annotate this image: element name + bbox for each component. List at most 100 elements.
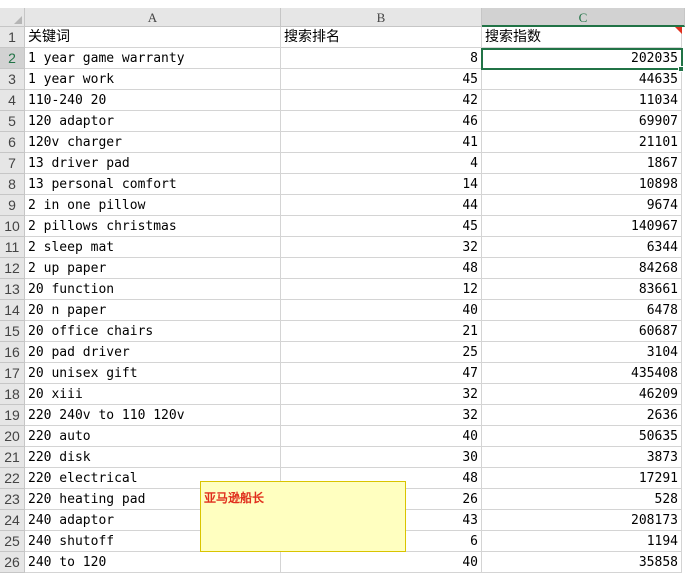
cell-rank[interactable]: 48: [281, 258, 482, 279]
cell-keyword[interactable]: 220 auto: [25, 426, 281, 447]
row-number[interactable]: 14: [0, 300, 25, 321]
cell-index[interactable]: 140967: [482, 216, 682, 237]
cell-index[interactable]: 84268: [482, 258, 682, 279]
cell-index[interactable]: 528: [482, 489, 682, 510]
cell-keyword[interactable]: 120 adaptor: [25, 111, 281, 132]
cell-keyword[interactable]: 2 sleep mat: [25, 237, 281, 258]
row-number[interactable]: 11: [0, 237, 25, 258]
row-number[interactable]: 1: [0, 27, 25, 48]
cell-index[interactable]: 6344: [482, 237, 682, 258]
row-number[interactable]: 26: [0, 552, 25, 573]
cell-keyword[interactable]: 20 office chairs: [25, 321, 281, 342]
cell-index[interactable]: 17291: [482, 468, 682, 489]
column-header-c[interactable]: C: [482, 8, 685, 27]
cell-keyword[interactable]: 220 disk: [25, 447, 281, 468]
row-number[interactable]: 10: [0, 216, 25, 237]
select-all-corner[interactable]: [0, 8, 25, 27]
column-header-a[interactable]: A: [25, 8, 281, 27]
spreadsheet-grid[interactable]: A B C 1 关键词 搜索排名 搜索指数 21 year game warra…: [0, 0, 685, 573]
cell-keyword[interactable]: 2 in one pillow: [25, 195, 281, 216]
row-number[interactable]: 13: [0, 279, 25, 300]
comment-indicator-icon[interactable]: [675, 27, 682, 34]
cell-index[interactable]: 2636: [482, 405, 682, 426]
cell-index[interactable]: 202035: [482, 48, 682, 69]
row-number[interactable]: 4: [0, 90, 25, 111]
row-number[interactable]: 7: [0, 153, 25, 174]
cell-rank[interactable]: 25: [281, 342, 482, 363]
cell-rank[interactable]: 32: [281, 384, 482, 405]
row-number[interactable]: 9: [0, 195, 25, 216]
fill-handle[interactable]: [678, 66, 684, 72]
cell-index[interactable]: 6478: [482, 300, 682, 321]
cell-keyword[interactable]: 2 pillows christmas: [25, 216, 281, 237]
row-number[interactable]: 21: [0, 447, 25, 468]
cell-rank[interactable]: 44: [281, 195, 482, 216]
cell-note-box[interactable]: 亚马逊船长: [200, 481, 406, 552]
cell-rank[interactable]: 40: [281, 426, 482, 447]
cell-rank[interactable]: 45: [281, 216, 482, 237]
cell-index[interactable]: 44635: [482, 69, 682, 90]
row-number[interactable]: 5: [0, 111, 25, 132]
cell-index[interactable]: 208173: [482, 510, 682, 531]
row-number[interactable]: 12: [0, 258, 25, 279]
row-number[interactable]: 19: [0, 405, 25, 426]
cell-index[interactable]: 3104: [482, 342, 682, 363]
row-number[interactable]: 24: [0, 510, 25, 531]
row-number[interactable]: 6: [0, 132, 25, 153]
cell-keyword[interactable]: 240 to 120: [25, 552, 281, 573]
cell-index[interactable]: 46209: [482, 384, 682, 405]
header-cell-keyword[interactable]: 关键词: [25, 27, 281, 48]
cell-index[interactable]: 21101: [482, 132, 682, 153]
cell-keyword[interactable]: 20 pad driver: [25, 342, 281, 363]
cell-rank[interactable]: 41: [281, 132, 482, 153]
cell-keyword[interactable]: 20 n paper: [25, 300, 281, 321]
cell-rank[interactable]: 32: [281, 237, 482, 258]
cell-index[interactable]: 3873: [482, 447, 682, 468]
header-cell-index[interactable]: 搜索指数: [482, 27, 682, 48]
cell-keyword[interactable]: 1 year work: [25, 69, 281, 90]
row-number[interactable]: 16: [0, 342, 25, 363]
row-number[interactable]: 22: [0, 468, 25, 489]
cell-rank[interactable]: 4: [281, 153, 482, 174]
cell-index[interactable]: 35858: [482, 552, 682, 573]
header-cell-rank[interactable]: 搜索排名: [281, 27, 482, 48]
cell-index[interactable]: 60687: [482, 321, 682, 342]
cell-keyword[interactable]: 220 240v to 110 120v: [25, 405, 281, 426]
cell-rank[interactable]: 32: [281, 405, 482, 426]
cell-keyword[interactable]: 20 function: [25, 279, 281, 300]
cell-keyword[interactable]: 2 up paper: [25, 258, 281, 279]
cell-rank[interactable]: 14: [281, 174, 482, 195]
cell-rank[interactable]: 42: [281, 90, 482, 111]
cell-rank[interactable]: 21: [281, 321, 482, 342]
cell-index[interactable]: 1194: [482, 531, 682, 552]
cell-rank[interactable]: 46: [281, 111, 482, 132]
cell-keyword[interactable]: 110-240 20: [25, 90, 281, 111]
cell-rank[interactable]: 8: [281, 48, 482, 69]
cell-keyword[interactable]: 20 xiii: [25, 384, 281, 405]
row-number[interactable]: 3: [0, 69, 25, 90]
cell-keyword[interactable]: 13 personal comfort: [25, 174, 281, 195]
cell-index[interactable]: 50635: [482, 426, 682, 447]
row-number[interactable]: 15: [0, 321, 25, 342]
cell-index[interactable]: 69907: [482, 111, 682, 132]
cell-index[interactable]: 11034: [482, 90, 682, 111]
row-number[interactable]: 25: [0, 531, 25, 552]
cell-rank[interactable]: 45: [281, 69, 482, 90]
cell-index[interactable]: 435408: [482, 363, 682, 384]
row-number[interactable]: 8: [0, 174, 25, 195]
cell-keyword[interactable]: 13 driver pad: [25, 153, 281, 174]
cell-keyword[interactable]: 120v charger: [25, 132, 281, 153]
row-number[interactable]: 17: [0, 363, 25, 384]
column-header-b[interactable]: B: [281, 8, 482, 27]
cell-rank[interactable]: 40: [281, 552, 482, 573]
row-number[interactable]: 18: [0, 384, 25, 405]
cell-keyword[interactable]: 1 year game warranty: [25, 48, 281, 69]
cell-rank[interactable]: 47: [281, 363, 482, 384]
cell-index[interactable]: 1867: [482, 153, 682, 174]
cell-index[interactable]: 10898: [482, 174, 682, 195]
cell-rank[interactable]: 12: [281, 279, 482, 300]
cell-index[interactable]: 9674: [482, 195, 682, 216]
row-number[interactable]: 2: [0, 48, 25, 69]
cell-rank[interactable]: 30: [281, 447, 482, 468]
cell-keyword[interactable]: 20 unisex gift: [25, 363, 281, 384]
